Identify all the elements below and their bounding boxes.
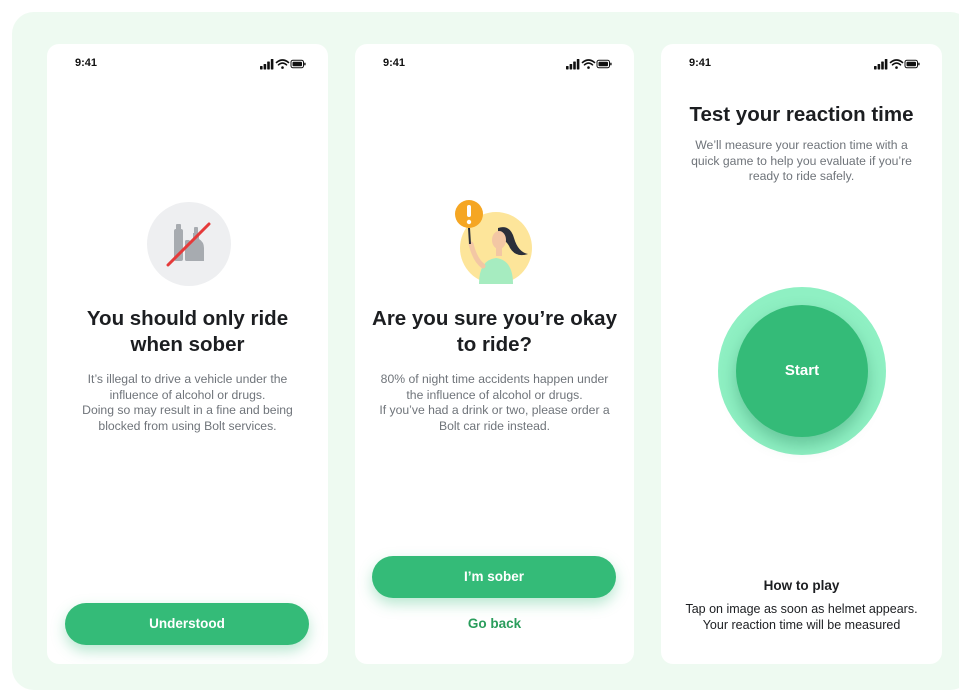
status-bar: 9:41 (47, 57, 328, 71)
go-back-button[interactable]: Go back (355, 616, 634, 631)
wifi-icon (581, 59, 596, 69)
description-text: 80% of night time accidents happen under… (379, 372, 610, 433)
screen-sober-warning: 9:41 You should only ride when sober It’… (47, 44, 328, 664)
status-icons (260, 59, 306, 70)
wifi-icon (889, 59, 904, 69)
signal-icon (260, 59, 274, 70)
how-to-play-text: Tap on image as soon as helmet appears. … (685, 602, 918, 632)
wifi-icon (275, 59, 290, 69)
battery-icon (596, 59, 612, 69)
screen-confirm-sober: 9:41 Are you sure you’re okay to ride? 8… (355, 44, 634, 664)
page-title: Are you sure you’re okay to ride? (372, 307, 617, 356)
status-time: 9:41 (383, 57, 406, 69)
battery-icon (290, 59, 306, 69)
status-time: 9:41 (75, 57, 98, 69)
no-alcohol-icon (147, 202, 231, 286)
status-time: 9:41 (689, 57, 712, 69)
start-button[interactable]: Start (736, 305, 868, 437)
battery-icon (904, 59, 920, 69)
warning-person-illustration (455, 200, 532, 284)
how-to-play-title: How to play (763, 578, 840, 593)
status-bar: 9:41 (661, 57, 942, 71)
status-icons (566, 59, 612, 70)
description-text: It’s illegal to drive a vehicle under th… (82, 372, 293, 433)
signal-icon (874, 59, 888, 70)
im-sober-button[interactable]: I’m sober (372, 556, 616, 598)
status-icons (874, 59, 920, 70)
status-bar: 9:41 (355, 57, 634, 71)
page-title: Test your reaction time (689, 103, 914, 126)
screen-reaction-test: 9:41 Test your reaction time We’ll measu… (661, 44, 942, 664)
understood-button[interactable]: Understood (65, 603, 309, 645)
page-title: You should only ride when sober (86, 307, 289, 356)
description-text: We’ll measure your reaction time with a … (691, 138, 912, 183)
signal-icon (566, 59, 580, 70)
